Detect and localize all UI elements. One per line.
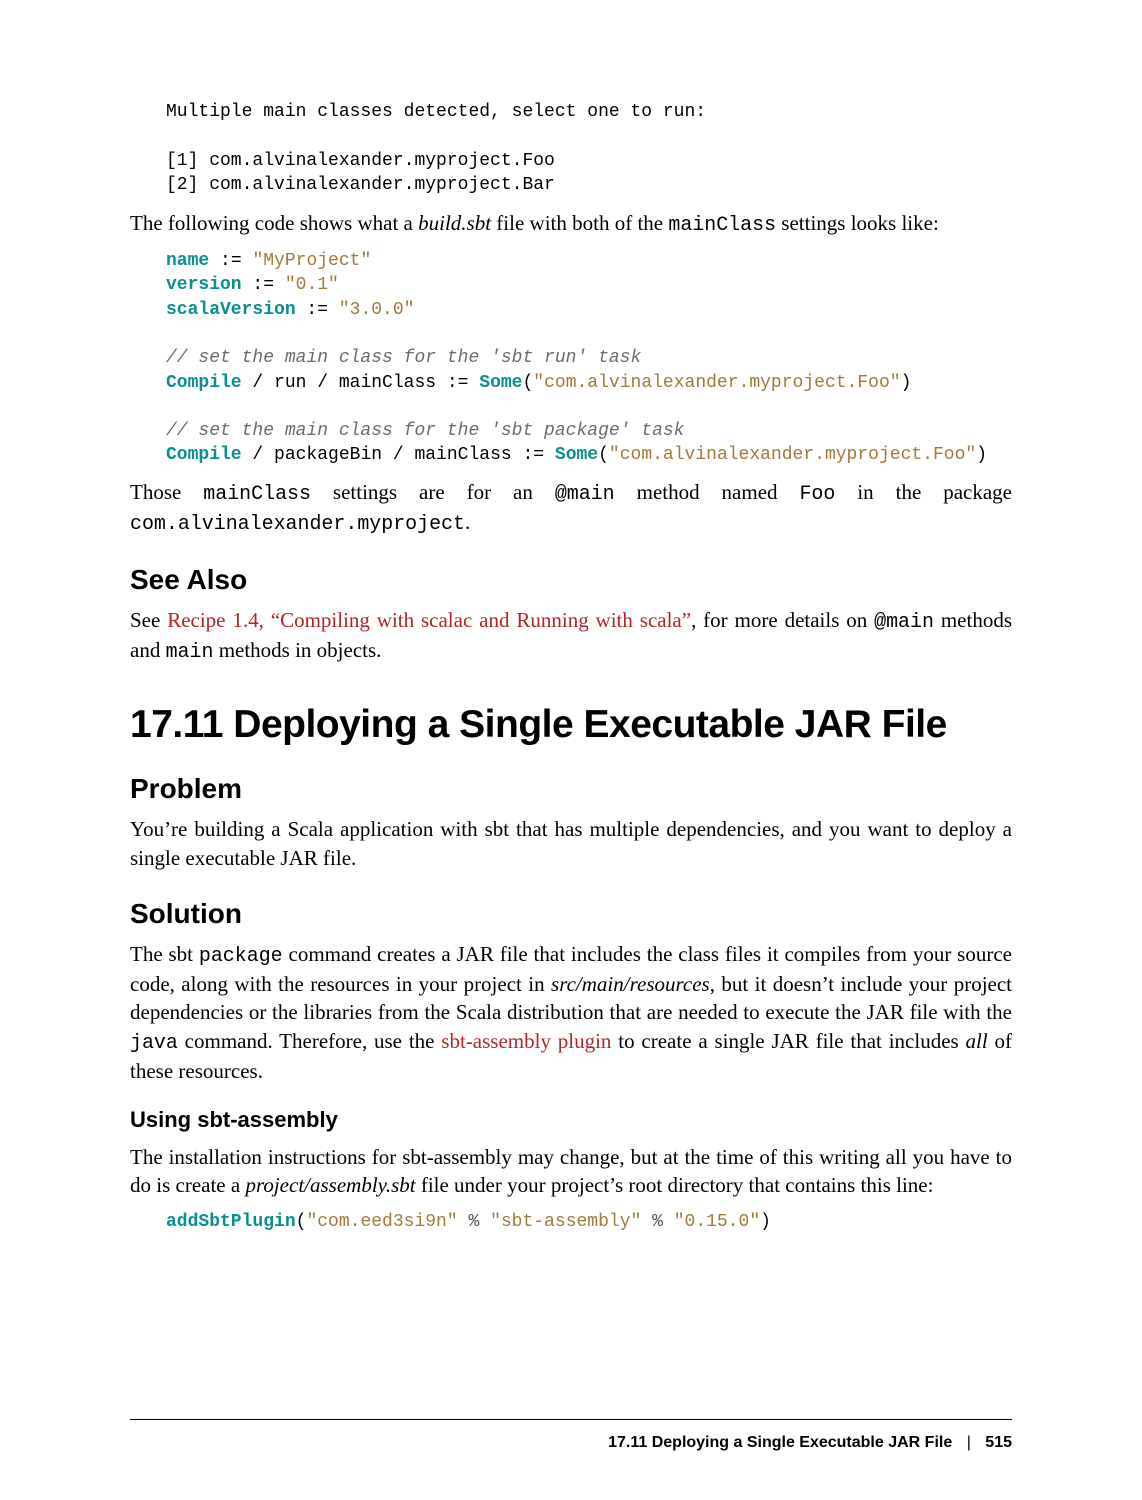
using-sbt-assembly-heading: Using sbt-assembly	[130, 1107, 1012, 1133]
page-number: 515	[985, 1434, 1012, 1451]
code-inline: Foo	[799, 482, 835, 505]
text: The following code shows what a	[130, 211, 418, 235]
code-inline: mainClass	[668, 213, 776, 236]
text: command. Therefore, use the	[178, 1029, 441, 1053]
code-token: Compile	[166, 445, 242, 465]
code-inline: mainClass	[203, 482, 311, 505]
footer-rule	[130, 1419, 1012, 1420]
code-block-build-sbt: name := "MyProject" version := "0.1" sca…	[166, 249, 1012, 468]
cross-reference-link[interactable]: Recipe 1.4, “Compiling with scalac and R…	[167, 608, 691, 632]
code-block-main-classes: Multiple main classes detected, select o…	[166, 100, 1012, 197]
code-inline: @main	[874, 610, 934, 633]
text: file with both of the	[491, 211, 668, 235]
code-token: Some	[555, 445, 598, 465]
code-inline: java	[130, 1031, 178, 1054]
text: , for more details on	[691, 608, 874, 632]
text: .	[465, 510, 470, 534]
solution-heading: Solution	[130, 898, 1012, 930]
code-string: "com.alvinalexander.myproject.Foo"	[533, 373, 900, 393]
code-inline: main	[166, 640, 214, 663]
code-token: Compile	[166, 373, 242, 393]
paragraph: The following code shows what a build.sb…	[130, 209, 1012, 239]
code-inline: @main	[555, 482, 615, 505]
code-comment: // set the main class for the 'sbt packa…	[166, 421, 684, 441]
footer-separator: |	[967, 1434, 971, 1451]
code-comment: // set the main class for the 'sbt run' …	[166, 348, 641, 368]
code-token: name	[166, 251, 209, 271]
text: settings looks like:	[776, 211, 939, 235]
paragraph: See Recipe 1.4, “Compiling with scalac a…	[130, 606, 1012, 666]
code-token: %	[458, 1212, 490, 1232]
code-string: "0.1"	[285, 275, 339, 295]
paragraph: You’re building a Scala application with…	[130, 815, 1012, 872]
filename-italic: build.sbt	[418, 211, 491, 235]
code-token: )	[901, 373, 912, 393]
text: methods in objects.	[213, 638, 381, 662]
code-token: )	[976, 445, 987, 465]
code-inline: com.alvinalexander.myproject	[130, 512, 465, 535]
code-token: )	[760, 1212, 771, 1232]
text: Those	[130, 480, 203, 504]
code-token: (	[296, 1212, 307, 1232]
code-token: :=	[209, 251, 252, 271]
text: See	[130, 608, 167, 632]
code-string: "sbt-assembly"	[490, 1212, 641, 1232]
code-token: addSbtPlugin	[166, 1212, 296, 1232]
path-italic: src/main/resources	[551, 972, 710, 996]
code-token: version	[166, 275, 242, 295]
see-also-heading: See Also	[130, 564, 1012, 596]
code-block-addsbtplugin: addSbtPlugin("com.eed3si9n" % "sbt-assem…	[166, 1210, 1012, 1234]
emphasis: all	[966, 1029, 988, 1053]
code-token: %	[641, 1212, 673, 1232]
code-token: :=	[296, 300, 339, 320]
footer-section-title: 17.11 Deploying a Single Executable JAR …	[608, 1434, 952, 1451]
code-token: / run / mainClass :=	[242, 373, 480, 393]
code-string: "0.15.0"	[674, 1212, 760, 1232]
code-string: "3.0.0"	[339, 300, 415, 320]
text: method named	[615, 480, 800, 504]
code-token: Some	[479, 373, 522, 393]
text: settings are for an	[311, 480, 555, 504]
text: file under your project’s root directory…	[416, 1173, 934, 1197]
code-inline: package	[199, 944, 283, 967]
text: The sbt	[130, 942, 199, 966]
code-token: :=	[242, 275, 285, 295]
code-token: (	[522, 373, 533, 393]
section-heading: 17.11 Deploying a Single Executable JAR …	[130, 703, 1012, 747]
code-token: (	[598, 445, 609, 465]
code-token: scalaVersion	[166, 300, 296, 320]
page-footer: 17.11 Deploying a Single Executable JAR …	[608, 1434, 1012, 1452]
text: in the package	[835, 480, 1012, 504]
problem-heading: Problem	[130, 773, 1012, 805]
text: to create a single JAR file that include…	[611, 1029, 965, 1053]
paragraph: The installation instructions for sbt-as…	[130, 1143, 1012, 1200]
code-string: "com.alvinalexander.myproject.Foo"	[609, 445, 976, 465]
paragraph: The sbt package command creates a JAR fi…	[130, 940, 1012, 1085]
code-string: "MyProject"	[252, 251, 371, 271]
code-string: "com.eed3si9n"	[306, 1212, 457, 1232]
code-token: / packageBin / mainClass :=	[242, 445, 555, 465]
path-italic: project/assembly.sbt	[245, 1173, 415, 1197]
paragraph: Those mainClass settings are for an @mai…	[130, 478, 1012, 538]
external-link[interactable]: sbt-assembly plugin	[441, 1029, 611, 1053]
